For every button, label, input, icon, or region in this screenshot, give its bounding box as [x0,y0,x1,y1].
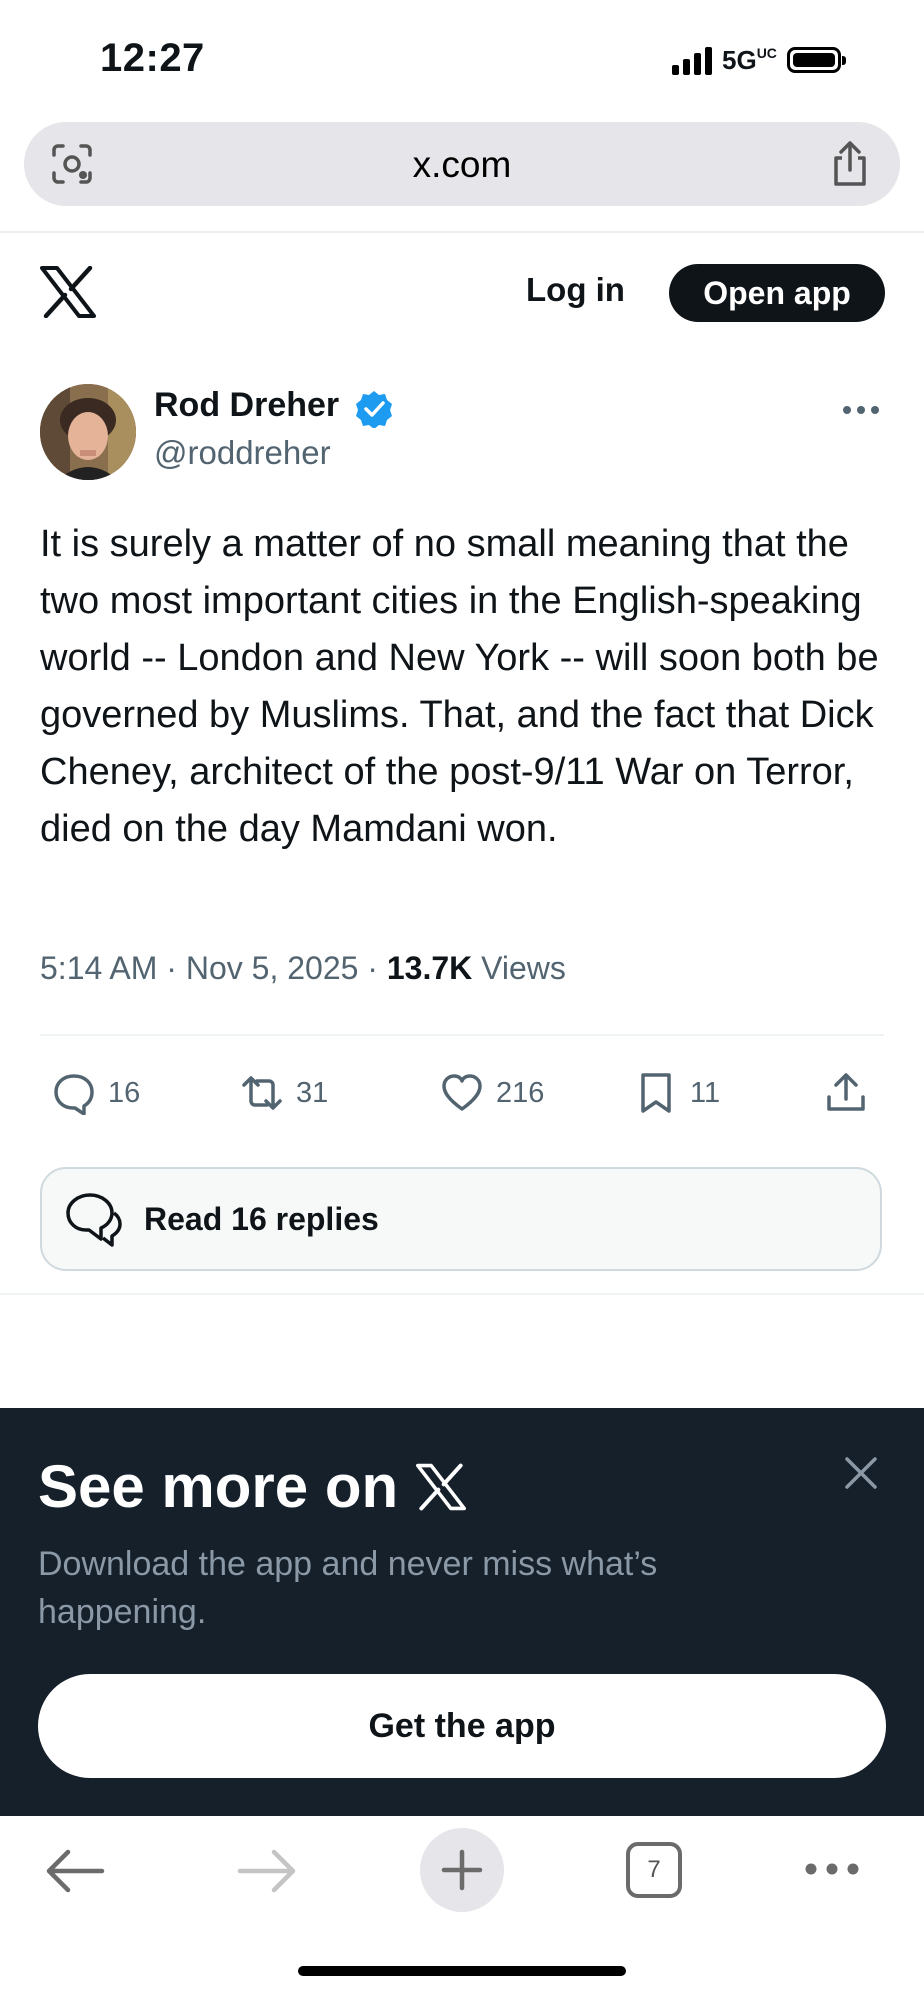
views-count: 13.7K [386,950,473,986]
share-button[interactable] [824,1068,868,1118]
divider [0,1293,924,1295]
like-count: 216 [496,1076,545,1109]
read-replies-button[interactable]: Read 16 replies [40,1167,882,1271]
reply-icon [54,1074,94,1115]
avatar-photo [40,384,136,480]
tweet-meta: 5:14 AM · Nov 5, 2025 · 13.7K Views [40,950,566,986]
bookmark-count: 11 [690,1076,721,1109]
share-icon [827,1073,865,1111]
more-menu-icon[interactable] [804,1862,860,1876]
author-handle[interactable]: @roddreher [154,434,331,472]
network-label: 5GUC [722,44,777,75]
tweet-text: It is surely a matter of no small meanin… [40,523,879,850]
divider [0,231,924,233]
heart-icon [442,1074,482,1111]
plus-icon [441,1849,483,1891]
reply-button[interactable]: 16 [52,1068,140,1118]
views-label: Views [481,950,566,986]
close-icon[interactable] [842,1454,880,1492]
login-link[interactable]: Log in [526,271,625,309]
bookmark-icon [641,1073,671,1113]
repost-count: 31 [296,1076,329,1109]
tweet-date[interactable]: Nov 5, 2025 [186,950,359,986]
status-time: 12:27 [100,36,205,80]
divider [40,1034,884,1036]
tabs-button[interactable]: 7 [626,1842,682,1898]
banner-title: See more on [38,1452,467,1521]
tweet-time[interactable]: 5:14 AM [40,950,157,986]
browser-toolbar: 7 [0,1816,924,2000]
banner-subtitle: Download the app and never miss what’s h… [38,1545,658,1631]
like-button[interactable]: 216 [440,1068,544,1118]
repost-icon [242,1076,282,1110]
open-app-button[interactable]: Open app [669,264,885,322]
app-promo-banner: See more on Download the app and never m… [0,1408,924,1816]
share-icon[interactable] [828,140,872,188]
new-tab-button[interactable] [420,1828,504,1912]
url-text[interactable]: x.com [24,144,900,186]
home-indicator [298,1966,626,1976]
conversation-icon [66,1193,122,1247]
get-app-button[interactable]: Get the app [38,1674,886,1778]
author-name[interactable]: Rod Dreher [154,386,339,425]
x-logo-icon[interactable] [40,266,96,318]
avatar[interactable] [40,384,136,480]
read-replies-label: Read 16 replies [144,1200,379,1237]
back-arrow-icon[interactable] [44,1846,106,1896]
status-indicators: 5GUC [672,42,846,78]
address-bar[interactable]: x.com [24,122,900,206]
bookmark-button[interactable]: 11 [634,1068,720,1118]
battery-icon [786,47,846,73]
signal-icon [672,45,712,75]
repost-button[interactable]: 31 [240,1068,328,1118]
verified-badge-icon [356,391,392,428]
x-logo-icon [416,1463,467,1510]
banner-title-text: See more on [38,1453,399,1520]
more-options-icon[interactable] [842,404,880,416]
forward-arrow-icon[interactable] [236,1846,298,1896]
reply-count: 16 [108,1076,141,1109]
